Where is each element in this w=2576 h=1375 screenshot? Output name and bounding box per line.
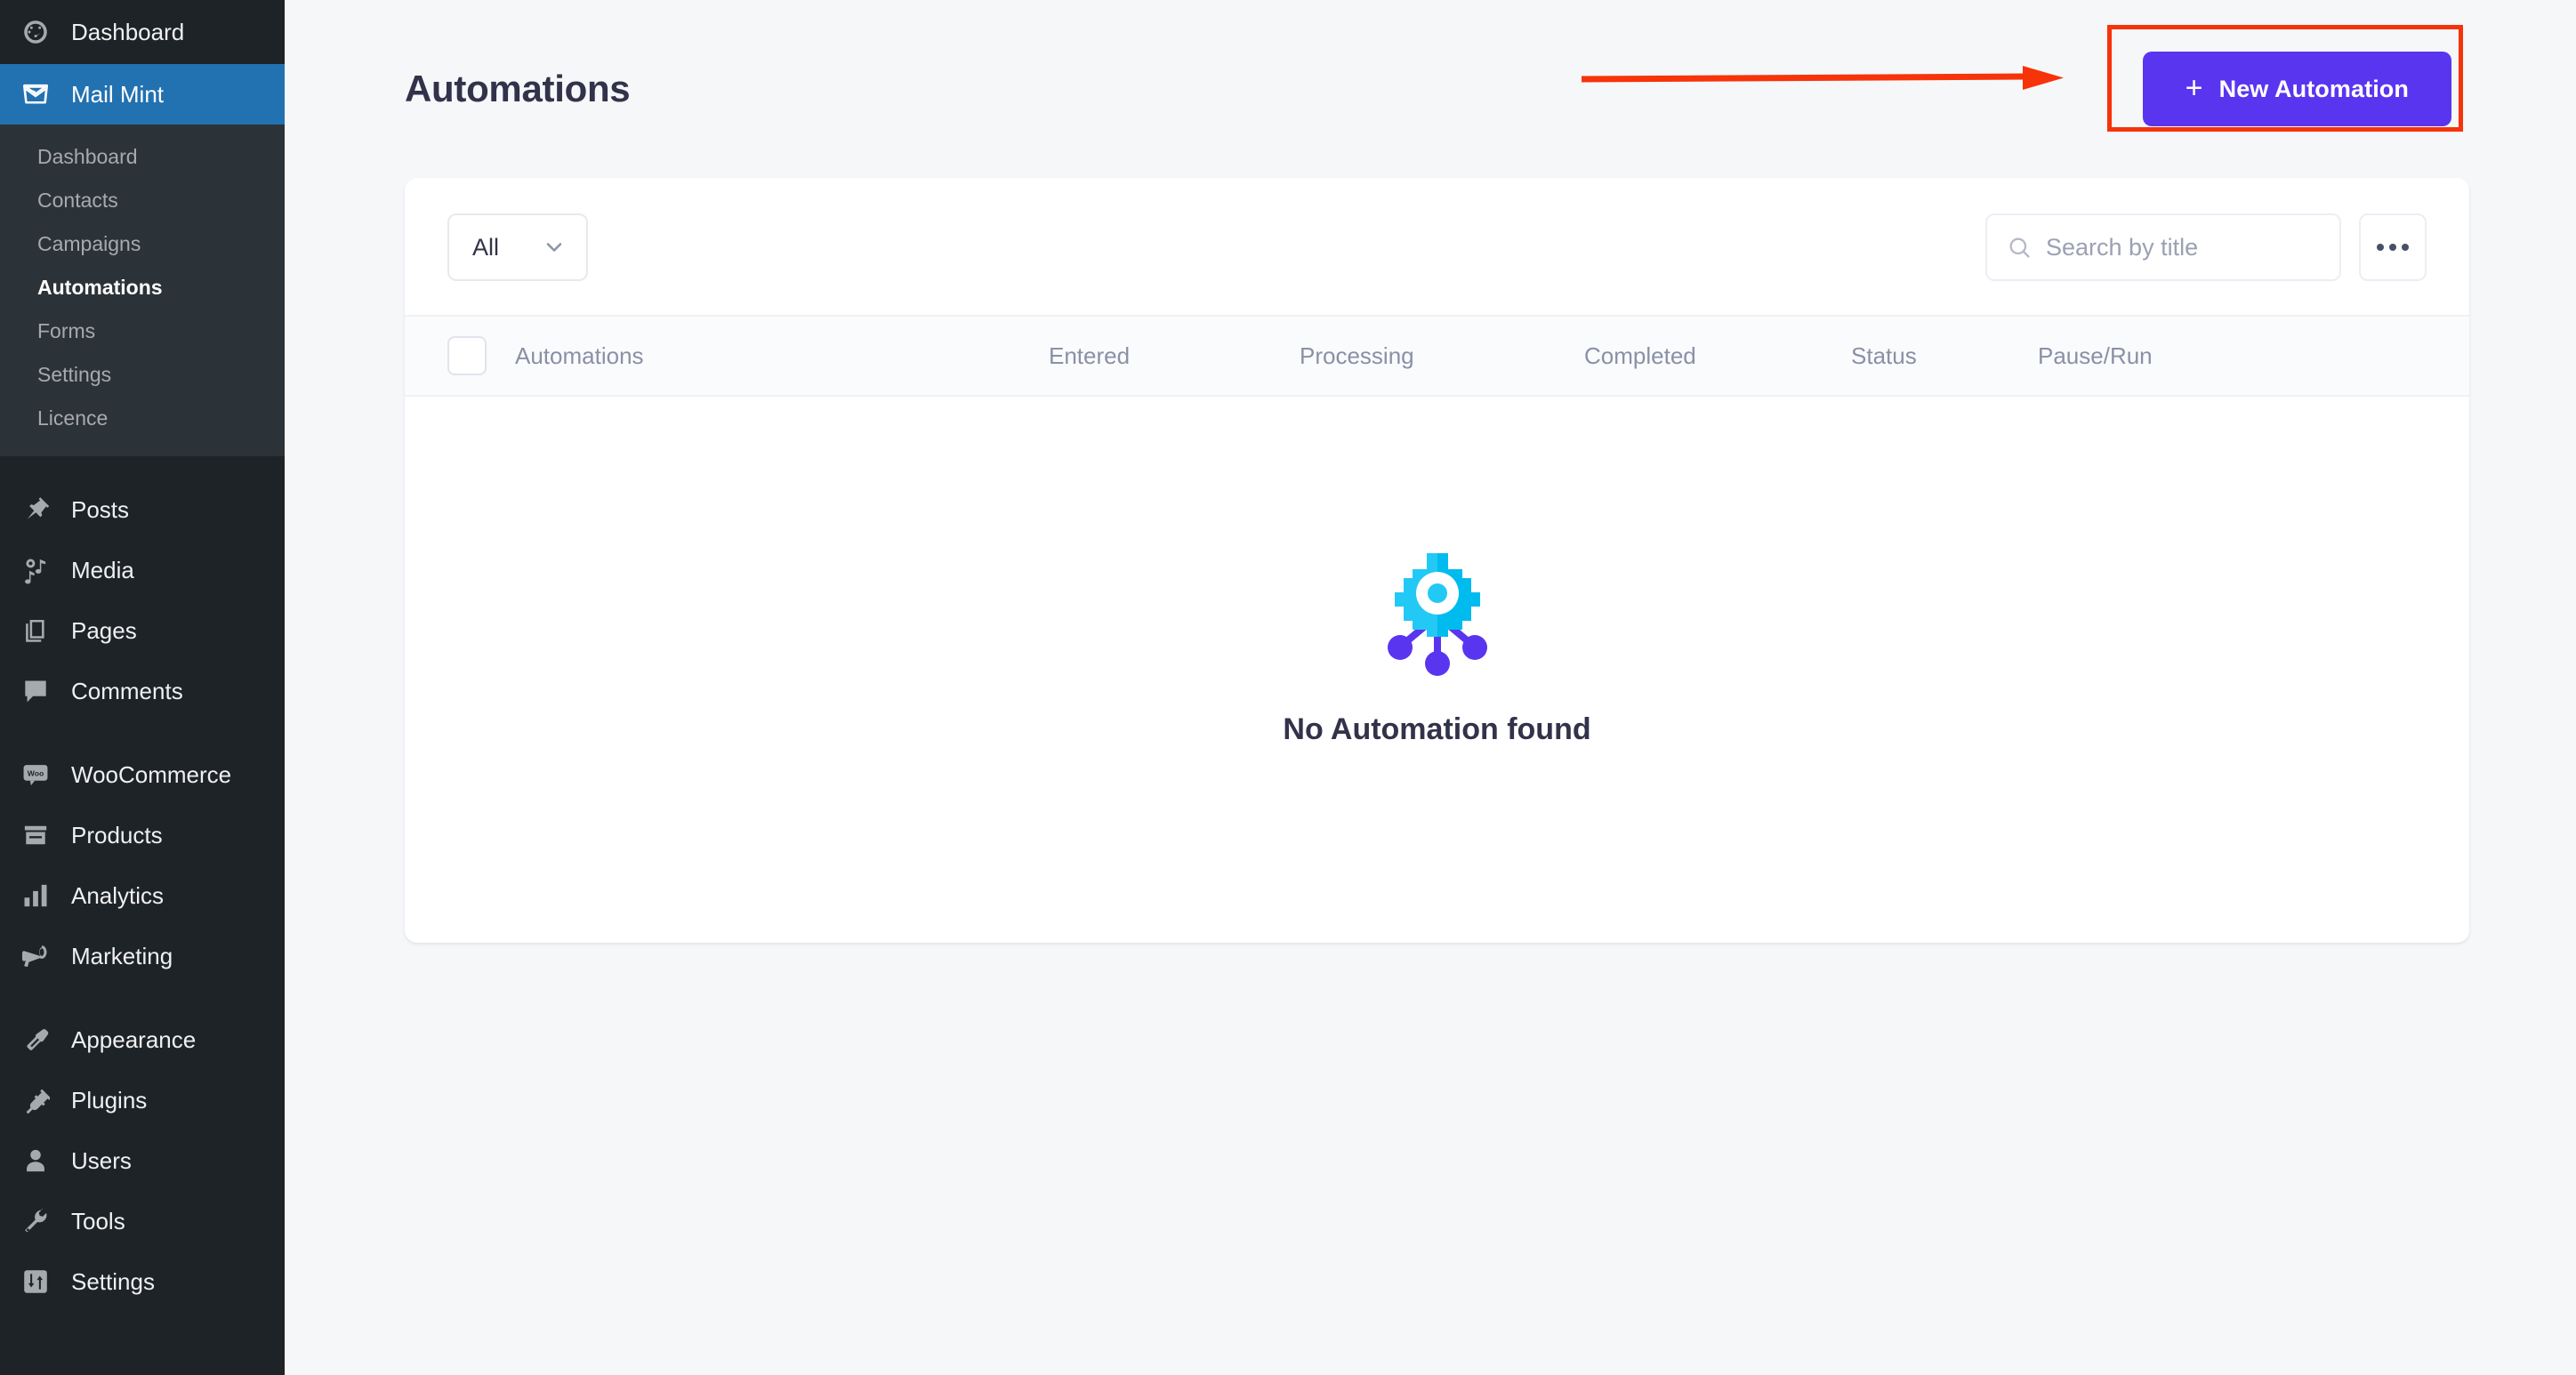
sidebar-item-plugins[interactable]: Plugins	[0, 1070, 285, 1130]
sidebar-item-tools[interactable]: Tools	[0, 1191, 285, 1251]
sidebar-item-woocommerce[interactable]: Woo WooCommerce	[0, 744, 285, 805]
table-header-row: Automations Entered Processing Completed…	[405, 315, 2469, 397]
sidebar-item-media[interactable]: Media	[0, 540, 285, 600]
automations-card: All Search by title Automations Entered …	[405, 178, 2469, 943]
analytics-icon	[20, 880, 52, 912]
woo-icon: Woo	[20, 759, 52, 791]
sidebar-item-comments[interactable]: Comments	[0, 661, 285, 721]
chevron-down-icon	[542, 235, 567, 260]
select-all-checkbox[interactable]	[447, 336, 487, 375]
admin-sidebar: Dashboard Mail Mint Dashboard Contacts C…	[0, 0, 285, 1375]
empty-state-message: No Automation found	[1283, 712, 1591, 746]
more-options-button[interactable]	[2359, 213, 2427, 281]
sidebar-label: Users	[71, 1146, 132, 1174]
sidebar-separator	[0, 456, 285, 479]
sidebar-label: Marketing	[71, 942, 173, 969]
sidebar-label: Posts	[71, 495, 130, 523]
sidebar-label: Dashboard	[71, 18, 185, 45]
sidebar-label: Analytics	[71, 881, 165, 909]
page-title: Automations	[405, 68, 631, 109]
main-content: Automations + New Automation All Search …	[285, 0, 2576, 1375]
toolbar-right	[1985, 213, 2427, 281]
submenu-item-contacts[interactable]: Contacts	[0, 179, 285, 222]
submenu-item-dashboard[interactable]: Dashboard	[0, 135, 285, 179]
mail-mint-submenu: Dashboard Contacts Campaigns Automations…	[0, 125, 285, 457]
search-icon	[2007, 235, 2032, 260]
header-actions: + New Automation	[1581, 25, 2463, 132]
admin-page: Dashboard Mail Mint Dashboard Contacts C…	[0, 0, 2576, 1375]
card-toolbar: All	[405, 178, 2469, 315]
dot-icon	[2402, 244, 2409, 251]
sidebar-label: Plugins	[71, 1086, 148, 1114]
sidebar-item-posts[interactable]: Posts	[0, 479, 285, 540]
empty-state: No Automation found	[405, 397, 2469, 930]
submenu-item-licence[interactable]: Licence	[0, 397, 285, 440]
plug-icon	[20, 1084, 52, 1116]
paintbrush-icon	[20, 1024, 52, 1056]
sidebar-item-marketing[interactable]: Marketing	[0, 926, 285, 986]
column-header-automations: Automations	[515, 342, 644, 369]
sidebar-item-pages[interactable]: Pages	[0, 600, 285, 661]
sidebar-item-analytics[interactable]: Analytics	[0, 865, 285, 926]
sidebar-item-dashboard[interactable]: Dashboard	[0, 0, 285, 64]
megaphone-icon	[20, 940, 52, 972]
comment-icon	[20, 675, 52, 707]
svg-text:Woo: Woo	[28, 769, 44, 778]
sidebar-separator	[0, 986, 285, 1009]
sidebar-label: Products	[71, 821, 163, 848]
column-header-pause-run: Pause/Run	[2038, 342, 2153, 369]
user-icon	[20, 1145, 52, 1177]
submenu-item-automations[interactable]: Automations	[0, 266, 285, 310]
search-input[interactable]	[2046, 233, 2320, 261]
new-automation-label: New Automation	[2218, 75, 2409, 102]
sidebar-item-users[interactable]: Users	[0, 1130, 285, 1191]
column-header-completed: Completed	[1584, 342, 1696, 369]
sidebar-item-appearance[interactable]: Appearance	[0, 1009, 285, 1070]
sliders-icon	[20, 1266, 52, 1298]
submenu-item-forms[interactable]: Forms	[0, 310, 285, 353]
new-automation-button[interactable]: + New Automation	[2142, 52, 2451, 126]
dot-icon	[2389, 244, 2396, 251]
sidebar-label: Tools	[71, 1207, 125, 1234]
column-header-status: Status	[1851, 342, 1917, 369]
search-box[interactable]	[1985, 213, 2341, 281]
wrench-icon	[20, 1205, 52, 1237]
dot-icon	[2377, 244, 2384, 251]
sidebar-label: Comments	[71, 677, 183, 704]
sidebar-label: Pages	[71, 616, 137, 644]
sidebar-item-mail-mint[interactable]: Mail Mint	[0, 64, 285, 125]
filter-select-value: All	[472, 233, 500, 261]
pin-icon	[20, 494, 52, 526]
sidebar-label: Mail Mint	[71, 80, 165, 108]
pages-icon	[20, 615, 52, 647]
filter-select[interactable]: All	[447, 213, 588, 281]
column-header-processing: Processing	[1300, 342, 1414, 369]
sidebar-item-products[interactable]: Products	[0, 805, 285, 865]
sidebar-label: Settings	[71, 1267, 155, 1295]
page-header: Automations + New Automation	[285, 0, 2576, 178]
dashboard-icon	[20, 16, 52, 48]
plus-icon: +	[2185, 70, 2203, 105]
sidebar-label: WooCommerce	[71, 760, 232, 788]
sidebar-label: Appearance	[71, 1025, 197, 1053]
sidebar-item-settings[interactable]: Settings	[0, 1251, 285, 1312]
annotation-arrow-icon	[1581, 66, 2064, 90]
column-header-entered: Entered	[1049, 342, 1131, 369]
submenu-item-settings[interactable]: Settings	[0, 353, 285, 397]
submenu-item-campaigns[interactable]: Campaigns	[0, 222, 285, 266]
envelope-icon	[20, 78, 52, 110]
sidebar-separator	[0, 721, 285, 744]
media-icon	[20, 554, 52, 586]
sidebar-label: Media	[71, 556, 134, 583]
products-icon	[20, 819, 52, 851]
automation-gear-nodes-icon	[1381, 544, 1494, 680]
